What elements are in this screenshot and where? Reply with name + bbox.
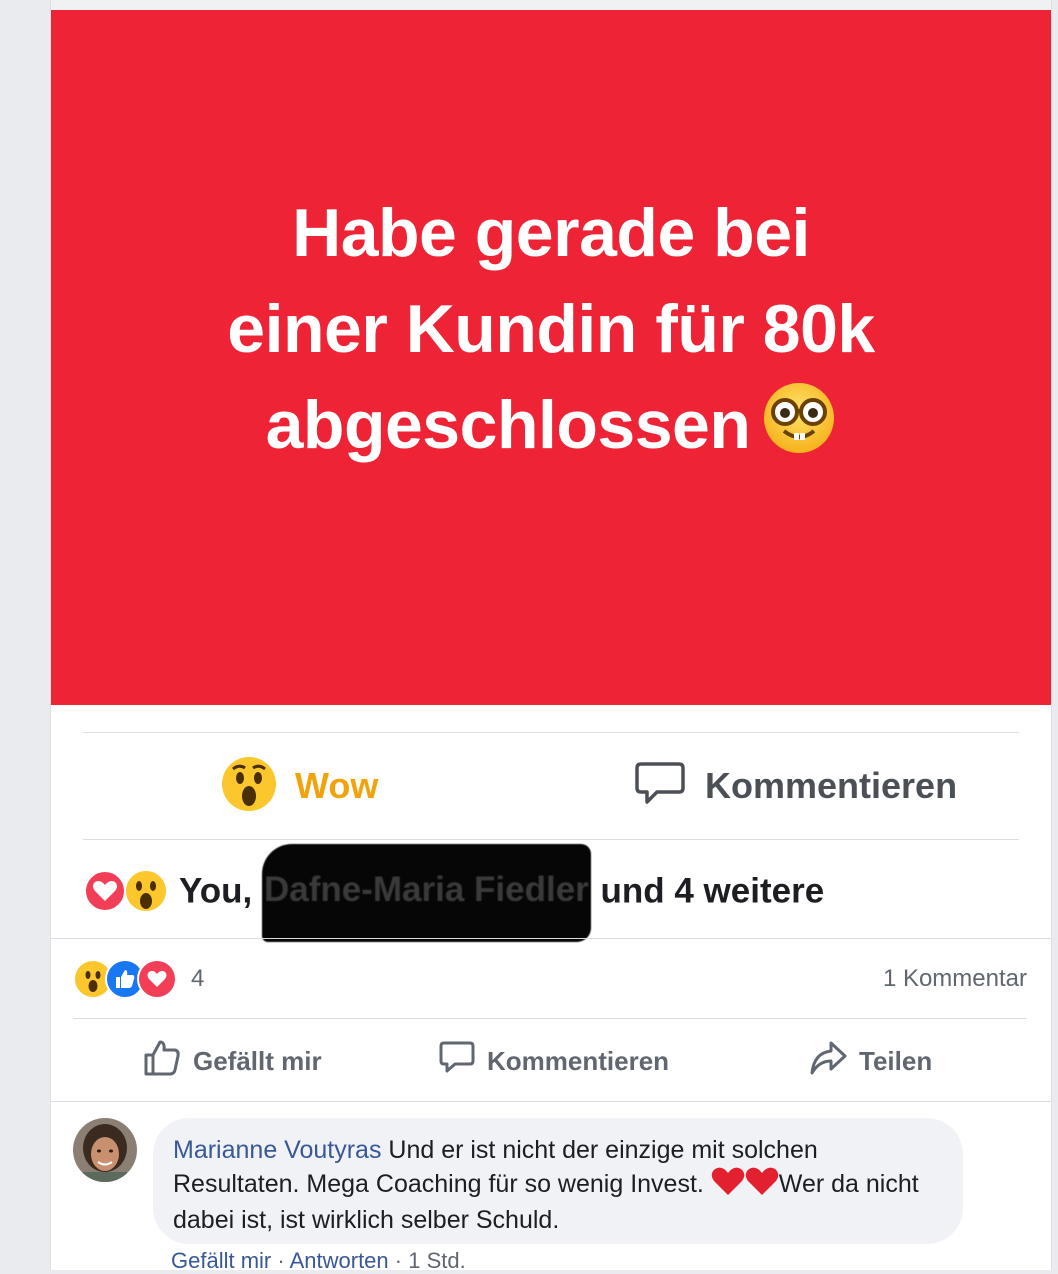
share-button[interactable]: Teilen <box>809 1041 932 1081</box>
story-reactors[interactable]: You, Dafne-Maria Fiedler und 4 weitere <box>83 844 1019 942</box>
red-heart-icon <box>711 1166 745 1204</box>
divider <box>51 1101 1051 1102</box>
nerd-face-emoji-icon <box>762 381 836 480</box>
comment-meta: Gefällt mir · Antworten · 1 Std. <box>171 1248 466 1274</box>
comment-bubble: Marianne Voutyras Und er ist nicht der e… <box>153 1118 963 1244</box>
divider <box>51 938 1051 939</box>
facebook-post: Habe gerade bei einer Kundin für 80k abg… <box>50 0 1052 1273</box>
story-comment-button[interactable]: Kommentieren <box>635 757 957 815</box>
story-comment-label: Kommentieren <box>705 765 958 806</box>
share-arrow-icon <box>809 1040 847 1083</box>
comment-bubble-icon <box>635 760 685 813</box>
share-label: Teilen <box>859 1045 933 1076</box>
meta-separator: · <box>271 1248 290 1273</box>
meta-separator: · <box>388 1248 409 1273</box>
thumbs-up-icon <box>143 1039 181 1084</box>
comment-button[interactable]: Kommentieren <box>439 1041 669 1081</box>
story-wow-label: Wow <box>295 765 379 806</box>
redacted-name: Dafne-Maria Fiedler <box>261 844 591 942</box>
reaction-icons[interactable] <box>73 959 177 999</box>
red-heart-icon <box>745 1166 779 1204</box>
story-line-3-text: abgeschlossen <box>265 387 751 464</box>
like-button[interactable]: Gefällt mir <box>143 1039 322 1084</box>
story-text: Habe gerade bei einer Kundin für 80k abg… <box>227 185 875 480</box>
story-line-2: einer Kundin für 80k <box>227 291 875 368</box>
comment-icon <box>439 1040 475 1083</box>
wow-reaction-icon <box>123 868 169 919</box>
reactors-prefix: You, <box>179 871 262 911</box>
comment-like-link[interactable]: Gefällt mir <box>171 1248 271 1273</box>
story-wow-button[interactable]: Wow <box>221 756 379 817</box>
story-action-bar: Wow Kommentieren <box>83 732 1019 840</box>
wow-emoji-icon <box>221 756 277 817</box>
post-action-bar: Gefällt mir Kommentieren Teilen <box>73 1018 1027 1103</box>
story-line-3: abgeschlossen <box>227 377 874 480</box>
comment-reply-link[interactable]: Antworten <box>290 1248 389 1273</box>
story-reactors-text: You, Dafne-Maria Fiedler und 4 weitere <box>179 844 824 942</box>
story-line-1: Habe gerade bei <box>292 195 810 272</box>
reaction-count[interactable]: 4 <box>191 965 204 993</box>
comment-count[interactable]: 1 Kommentar <box>883 965 1027 993</box>
reactions-summary: 4 1 Kommentar <box>73 955 1027 1003</box>
story-image[interactable]: Habe gerade bei einer Kundin für 80k abg… <box>51 10 1051 705</box>
comment-timestamp[interactable]: 1 Std. <box>408 1248 465 1273</box>
like-label: Gefällt mir <box>193 1045 322 1076</box>
comment-author[interactable]: Marianne Voutyras <box>173 1136 381 1164</box>
reactors-suffix: und 4 weitere <box>590 871 825 911</box>
avatar[interactable] <box>73 1118 137 1182</box>
love-icon <box>137 959 177 999</box>
love-reaction-icon <box>83 869 127 918</box>
comment-label: Kommentieren <box>487 1045 670 1076</box>
top-strip <box>51 0 1051 10</box>
